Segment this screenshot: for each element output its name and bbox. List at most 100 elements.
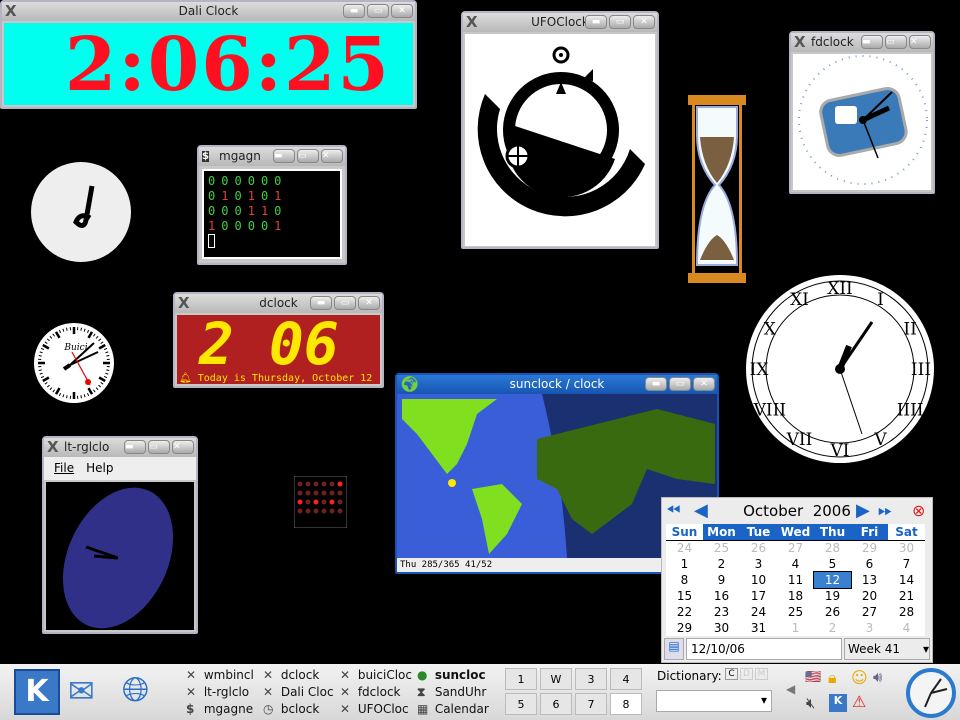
calendar-day[interactable]: 10 [740,572,777,588]
calendar-day[interactable]: 15 [666,588,703,604]
pager-desktop[interactable]: 4 [610,668,642,690]
calendar-day[interactable]: 21 [888,588,925,604]
pager-desktop[interactable]: 3 [575,668,607,690]
calendar-day[interactable]: 27 [777,540,814,556]
pager-desktop[interactable]: W [540,668,572,690]
title-bar[interactable]: Xlt-rglclo ▬ ▭ ✕ [44,438,196,457]
calendar-day[interactable]: 30 [888,540,925,556]
close-button[interactable]: ✕ [358,296,380,310]
close-button[interactable]: ✕ [172,440,194,454]
taskbar-task[interactable]: ● suncloc [417,667,493,684]
calendar-day[interactable]: 1 [777,620,814,636]
chevron-down-icon[interactable]: ▾ [761,693,767,707]
mgagnon-window[interactable]: $ mgagn ▬ ▭ ✕ 000000010101000110100001 [197,145,347,265]
maximize-button[interactable]: ▭ [669,377,691,391]
menu-help[interactable]: Help [86,461,113,475]
minimize-button[interactable]: ▬ [124,440,146,454]
minimize-button[interactable]: ▬ [310,296,332,310]
dict-m-button[interactable]: M [755,668,768,680]
calendar-day[interactable]: 25 [777,604,814,620]
calendar-day[interactable]: 27 [851,604,888,620]
calendar-day[interactable]: 9 [703,572,740,588]
calendar-day[interactable]: 12 [813,571,852,589]
today-button[interactable]: ▤ [664,638,684,660]
maximize-button[interactable]: ▭ [367,4,389,18]
pager-desktop[interactable]: 6 [540,693,572,715]
title-bar[interactable]: 🌍︎ sunclock / clock ▬ ▭ ✕ [397,375,717,394]
calendar-day[interactable]: 25 [703,540,740,556]
taskbar-task[interactable]: ✕ Dali Cloc [263,684,339,701]
calendar-day[interactable]: 14 [888,572,925,588]
calendar-day[interactable]: 24 [666,540,703,556]
calendar-day[interactable]: 16 [703,588,740,604]
calendar-day[interactable]: 18 [777,588,814,604]
kde-menu-button[interactable]: K [14,669,60,715]
calendar-day[interactable]: 7 [888,556,925,572]
taskbar-task[interactable]: ✕ dclock [263,667,339,684]
calendar-day[interactable]: 8 [666,572,703,588]
calendar-day[interactable]: 13 [851,572,888,588]
taskbar-task[interactable]: ✕ wmbincl [186,667,262,684]
kontact-icon[interactable]: ✉︎ [68,672,95,710]
pager-desktop[interactable]: 5 [505,693,537,715]
calendar-day[interactable]: 17 [740,588,777,604]
minimize-button[interactable]: ▬ [585,15,607,29]
maximize-button[interactable]: ▭ [297,149,319,163]
taskbar-task[interactable]: ✕ UFOCloc [340,701,416,718]
title-bar[interactable]: $ mgagn ▬ ▭ ✕ [199,147,345,166]
calendar-day[interactable]: 22 [666,604,703,620]
warning-icon[interactable]: ⚠︎ [852,692,866,711]
volume-icon[interactable]: 🔊︎ [873,668,882,686]
dict-d-button[interactable]: D [740,668,753,680]
taskbar-task[interactable]: ◷ bclock [263,701,339,718]
mute-icon[interactable]: 🔇︎ [806,694,815,712]
month-label[interactable]: October [743,502,803,520]
pager-desktop[interactable]: 7 [575,693,607,715]
taskbar-task[interactable]: ✕ fdclock [340,684,416,701]
dictionary-input[interactable]: ▾ [656,690,772,712]
calendar-day[interactable]: 19 [814,588,851,604]
close-button[interactable]: ✕ [321,149,343,163]
taskbar-task[interactable]: ▦ Calendar [417,701,493,718]
next-year-button[interactable]: ⏩︎ [878,498,892,524]
prev-year-button[interactable]: ⏪︎ [666,498,680,524]
maximize-button[interactable]: ▭ [609,15,631,29]
us-flag-icon[interactable]: 🇺🇸 [805,670,821,685]
date-field[interactable]: 12/10/06 [686,638,842,660]
dclock-window[interactable]: Xdclock ▬ ▭ ✕ 2 06 🔔︎ Today is Thursday, O… [173,292,384,388]
calendar-day[interactable]: 4 [888,620,925,636]
dali-clock-window[interactable]: X Dali Clock ▬ ▭ ✕ 2:06:25 [0,0,417,109]
taskbar-task[interactable]: ✕ buiciCloc [340,667,416,684]
calendar-day[interactable]: 6 [851,556,888,572]
calendar-day[interactable]: 30 [703,620,740,636]
title-bar[interactable]: X Dali Clock ▬ ▭ ✕ [2,2,415,21]
lock-icon[interactable]: 🔒︎ [828,668,837,688]
ufoclock-window[interactable]: X UFOClock ▬ ▭ ✕ [461,11,659,249]
lt-rglclock-window[interactable]: Xlt-rglclo ▬ ▭ ✕ File Help [42,436,198,634]
title-bar[interactable]: Xfdclock ▬ ▭ ✕ [791,33,933,52]
calendar-day[interactable]: 5 [814,556,851,572]
calendar-day[interactable]: 26 [740,540,777,556]
year-label[interactable]: 2006 [813,502,851,520]
minimize-button[interactable]: ▬ [645,377,667,391]
calendar-day[interactable]: 28 [814,540,851,556]
maximize-button[interactable]: ▭ [334,296,356,310]
minimize-button[interactable]: ▬ [343,4,365,18]
calendar-day[interactable]: 2 [703,556,740,572]
pager-desktop[interactable]: 1 [505,668,537,690]
minimize-button[interactable]: ▬ [273,149,295,163]
kde-tray-icon[interactable]: K [829,694,847,712]
calendar-day[interactable]: 28 [888,604,925,620]
calendar-day[interactable]: 29 [851,540,888,556]
konqueror-icon[interactable]: 🌐︎ [122,670,149,710]
dict-c-button[interactable]: C [725,668,738,680]
maximize-button[interactable]: ▭ [148,440,170,454]
minimize-button[interactable]: ▬ [861,35,883,49]
close-button[interactable]: ✕ [391,4,413,18]
calendar-day[interactable]: 24 [740,604,777,620]
prev-month-button[interactable]: ◀︎ [694,498,708,524]
calendar-day[interactable]: 31 [740,620,777,636]
week-select[interactable]: Week 41 ▾ [844,638,930,660]
calendar-day[interactable]: 26 [814,604,851,620]
taskbar-task[interactable]: ⧗ SandUhr [417,684,493,701]
